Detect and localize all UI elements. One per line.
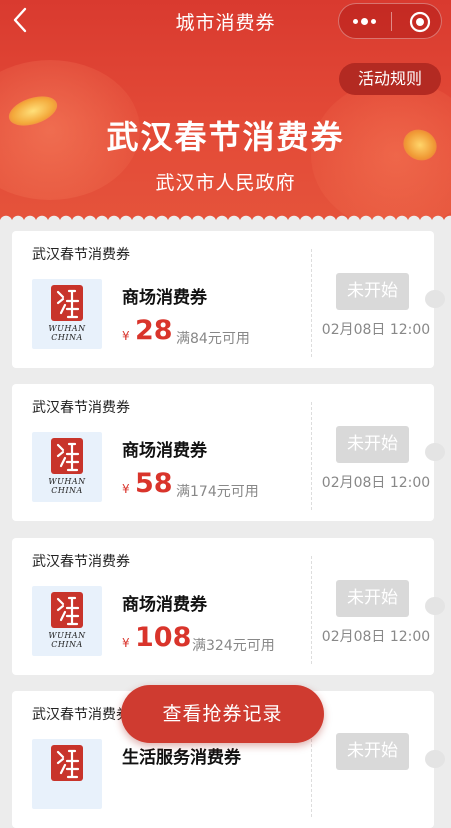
coupon-amount: 28 — [135, 315, 173, 346]
coupon-divider — [311, 402, 312, 510]
capsule-divider — [391, 12, 392, 31]
coupon-card[interactable]: 武汉春节消费券 WUHAN CHINA 商场消费券 ¥ 108 满324元可用 未… — [12, 538, 434, 675]
start-time: 02月08日 12:00 — [321, 629, 431, 645]
coupon-divider — [311, 249, 312, 357]
currency-symbol: ¥ — [122, 482, 130, 496]
more-dots-icon[interactable] — [353, 14, 379, 28]
coupon-notch — [425, 443, 445, 461]
mini-program-capsule — [338, 3, 442, 39]
coupon-name: 生活服务消费券 — [122, 748, 241, 768]
wuhan-logo-icon: WUHAN CHINA — [32, 586, 102, 656]
wuhan-logo-icon: WUHAN CHINA — [32, 432, 102, 502]
coupon-condition: 满324元可用 — [192, 638, 275, 654]
wuhan-logo-icon: WUHAN CHINA — [32, 279, 102, 349]
coupon-condition: 满174元可用 — [176, 484, 259, 500]
coupon-condition: 满84元可用 — [176, 331, 250, 347]
scallop-edge — [0, 210, 451, 222]
coupon-notch — [425, 750, 445, 768]
coupon-card[interactable]: 武汉春节消费券 WUHAN CHINA 商场消费券 ¥ 58 满174元可用 未开… — [12, 384, 434, 521]
banner-subtitle: 武汉市人民政府 — [155, 172, 296, 194]
activity-rules-button[interactable]: 活动规则 — [339, 63, 441, 95]
coupon-issuer: 武汉春节消费券 — [32, 554, 130, 570]
logo-text: WUHAN — [48, 631, 86, 640]
coupon-amount: 108 — [135, 622, 192, 653]
coupon-name: 商场消费券 — [122, 441, 207, 461]
coupon-name: 商场消费券 — [122, 595, 207, 615]
status-button[interactable]: 未开始 — [336, 733, 409, 770]
coupon-issuer: 武汉春节消费券 — [32, 247, 130, 263]
close-target-icon[interactable] — [409, 11, 431, 33]
currency-symbol: ¥ — [122, 329, 130, 343]
coupon-divider — [311, 556, 312, 664]
status-button[interactable]: 未开始 — [336, 580, 409, 617]
logo-text: CHINA — [51, 640, 83, 649]
banner-header: 城市消费券 活动规则 武汉春节消费券 武汉市人民政府 — [0, 0, 451, 222]
logo-text: CHINA — [51, 333, 83, 342]
logo-text: WUHAN — [48, 477, 86, 486]
logo-text: WUHAN — [48, 324, 86, 333]
status-button[interactable]: 未开始 — [336, 273, 409, 310]
banner-title: 武汉春节消费券 — [106, 118, 345, 156]
coupon-notch — [425, 290, 445, 308]
coupon-name: 商场消费券 — [122, 288, 207, 308]
wuhan-logo-icon — [32, 739, 102, 809]
coupon-amount: 58 — [135, 468, 173, 499]
currency-symbol: ¥ — [122, 636, 130, 650]
coupon-issuer: 武汉春节消费券 — [32, 707, 130, 723]
coupon-issuer: 武汉春节消费券 — [32, 400, 130, 416]
coupon-notch — [425, 597, 445, 615]
view-records-button[interactable]: 查看抢券记录 — [121, 685, 324, 743]
coupon-card[interactable]: 武汉春节消费券 WUHAN CHINA 商场消费券 ¥ 28 满84元可用 未开始… — [12, 231, 434, 368]
start-time: 02月08日 12:00 — [321, 322, 431, 338]
start-time: 02月08日 12:00 — [321, 475, 431, 491]
logo-text: CHINA — [51, 486, 83, 495]
status-button[interactable]: 未开始 — [336, 426, 409, 463]
